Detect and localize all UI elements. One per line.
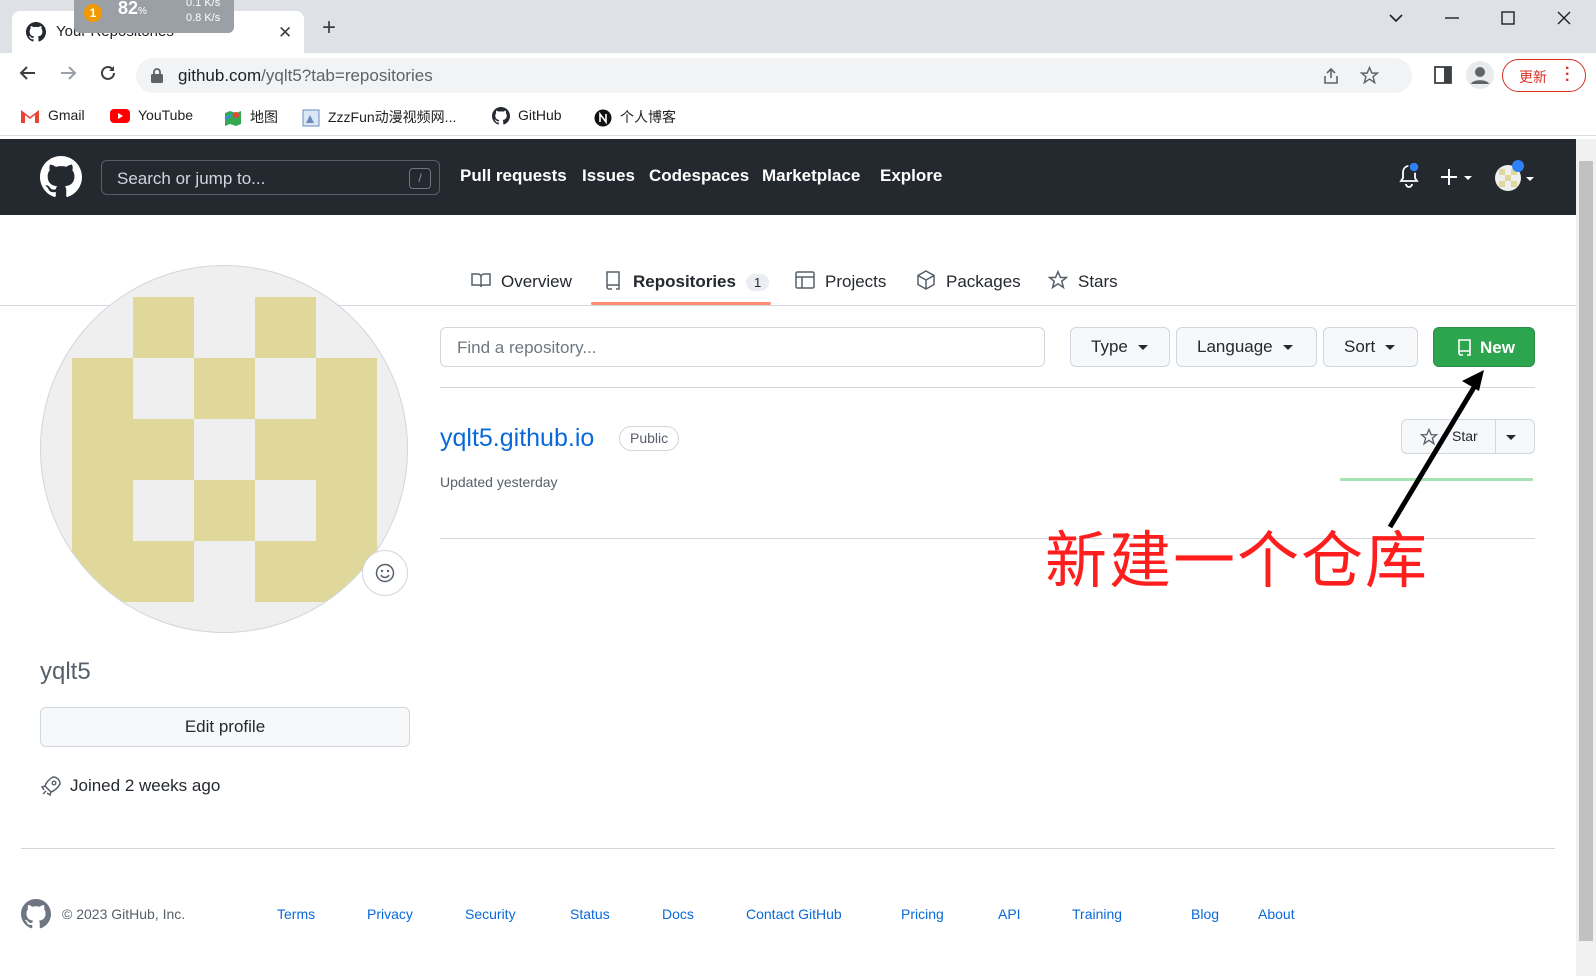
footer-link-terms[interactable]: Terms: [277, 906, 315, 922]
footer-link-contact[interactable]: Contact GitHub: [746, 906, 842, 922]
footer-link-training[interactable]: Training: [1072, 906, 1122, 922]
annotation-text: 新建一个仓库: [1045, 524, 1430, 597]
footer-link-status[interactable]: Status: [570, 906, 610, 922]
annotation-arrow: [1387, 370, 1484, 529]
page-scrollbar[interactable]: [1576, 139, 1596, 976]
footer-copyright: © 2023 GitHub, Inc.: [62, 906, 186, 922]
footer-link-api[interactable]: API: [998, 906, 1021, 922]
footer-link-privacy[interactable]: Privacy: [367, 906, 413, 922]
footer-link-about[interactable]: About: [1258, 906, 1295, 922]
footer-link-security[interactable]: Security: [465, 906, 516, 922]
github-footer-logo-icon[interactable]: [21, 899, 51, 929]
footer-link-docs[interactable]: Docs: [662, 906, 694, 922]
footer-divider: [21, 848, 1555, 849]
scrollbar-thumb[interactable]: [1579, 161, 1593, 941]
footer-link-blog[interactable]: Blog: [1191, 906, 1219, 922]
footer-link-pricing[interactable]: Pricing: [901, 906, 944, 922]
